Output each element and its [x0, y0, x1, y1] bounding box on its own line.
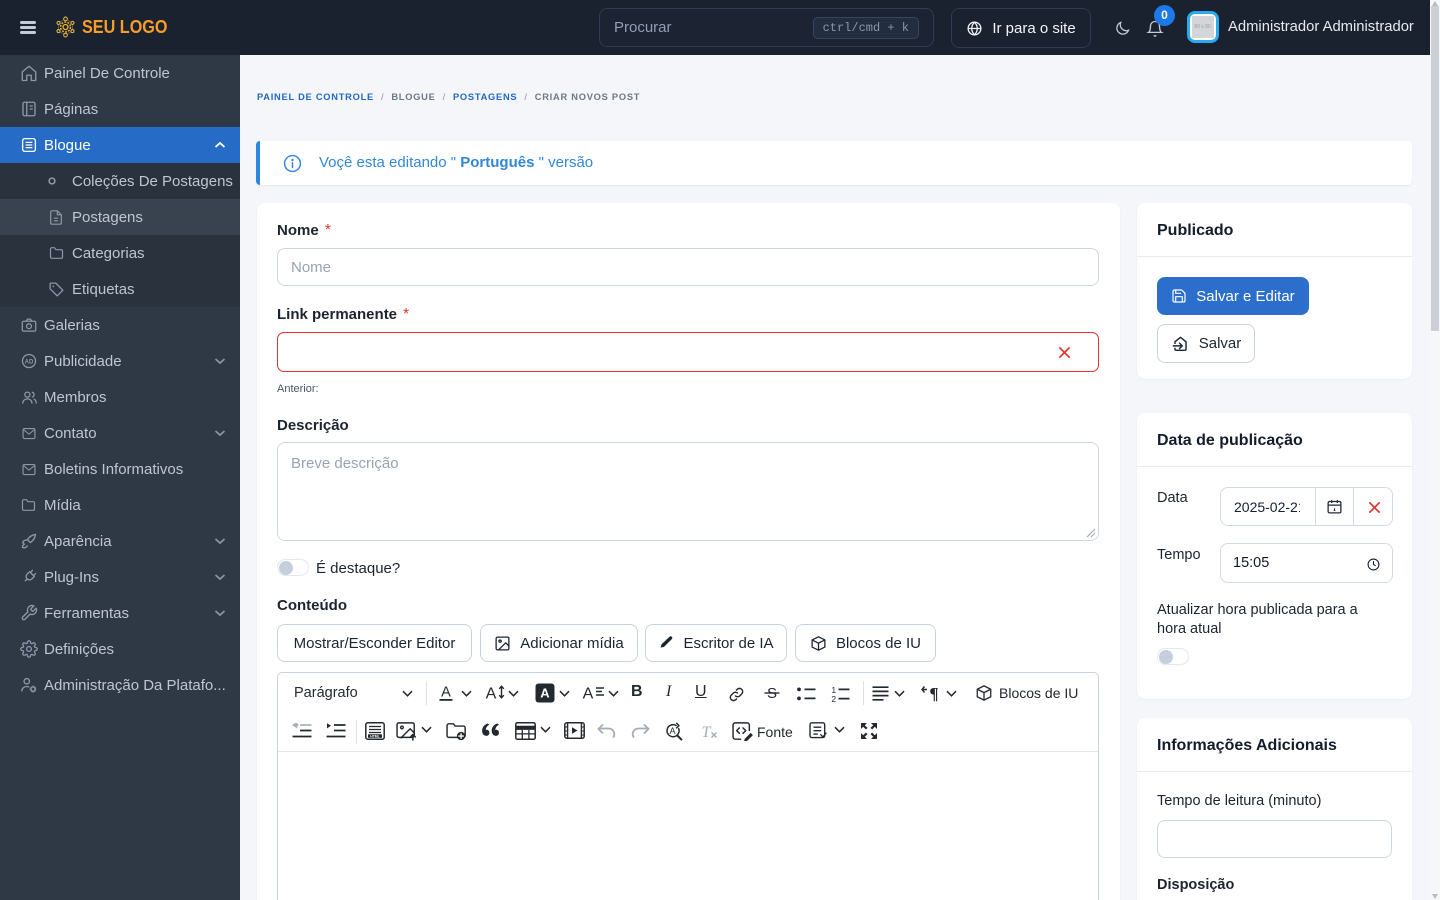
svg-text:2: 2: [831, 694, 836, 702]
svg-text:T: T: [702, 724, 712, 740]
svg-text:A: A: [441, 685, 451, 701]
svg-text:HTML: HTML: [370, 734, 379, 738]
svg-text:A: A: [670, 726, 677, 736]
svg-text:AD: AD: [25, 359, 34, 365]
svg-text:¶: ¶: [929, 684, 938, 703]
svg-text:A: A: [486, 686, 497, 703]
svg-text:A: A: [540, 686, 550, 701]
svg-text:A: A: [583, 686, 594, 703]
